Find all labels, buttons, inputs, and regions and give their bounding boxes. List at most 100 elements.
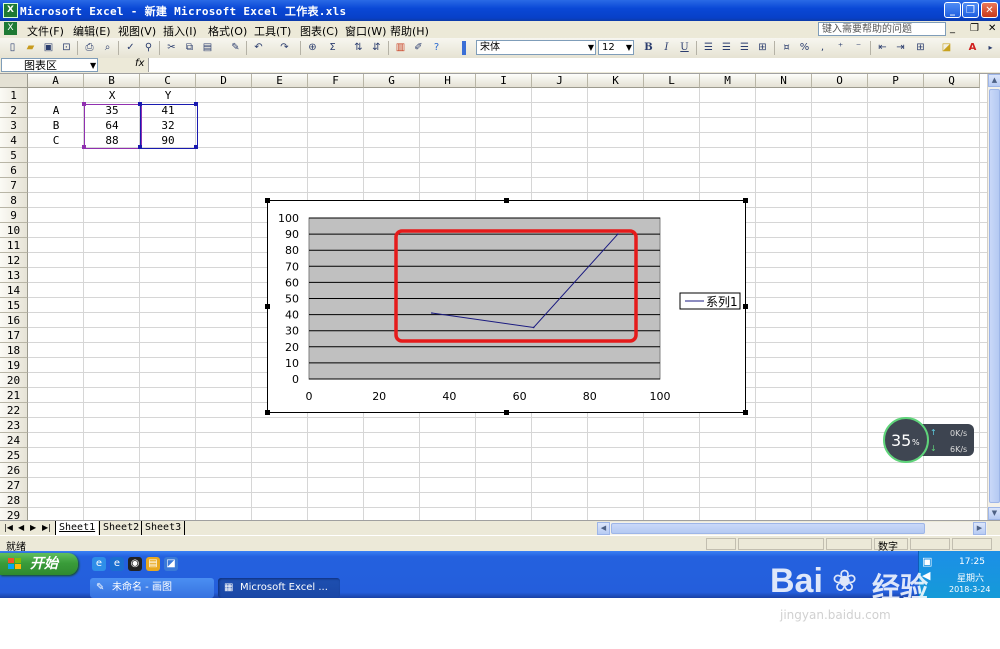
first-sheet-icon[interactable]: |◀ — [4, 523, 13, 532]
cell-a4[interactable]: C — [28, 133, 84, 148]
cell-c1[interactable]: Y — [140, 88, 196, 103]
row-header-22[interactable]: 22 — [0, 403, 28, 418]
column-header-b[interactable]: B — [84, 74, 140, 88]
row-header-13[interactable]: 13 — [0, 268, 28, 283]
row-header-10[interactable]: 10 — [0, 223, 28, 238]
bold-button[interactable]: B — [642, 41, 655, 54]
row-header-18[interactable]: 18 — [0, 343, 28, 358]
font-dropdown-icon[interactable]: ▼ — [588, 41, 594, 55]
menu-window[interactable]: 窗口(W) — [345, 23, 386, 39]
chart-area[interactable]: 0 10 20 30 40 50 60 70 80 90 100 0 20 40 60 80 100 系列1 — [267, 200, 746, 413]
vertical-scrollbar[interactable]: ▲ ▼ — [987, 74, 1000, 520]
drawing-icon[interactable]: ✐ — [412, 41, 425, 54]
sort-descending-icon[interactable]: ⇵ — [370, 41, 383, 54]
row-header-29[interactable]: 29 — [0, 508, 28, 520]
undo-icon[interactable]: ↶ — [252, 41, 265, 54]
permission-icon[interactable]: ⊡ — [60, 41, 73, 54]
borders-icon[interactable]: ⊞ — [914, 41, 927, 54]
menu-tools[interactable]: 工具(T) — [254, 23, 291, 39]
worksheet-grid[interactable]: ABCDEFGHIJKLMNOPQ 1 2 3 4 5 6 7 8 9 10 11 12 13 14 15 1… — [0, 74, 987, 520]
hyperlink-icon[interactable]: ⊕ — [306, 41, 319, 54]
show-desktop-icon[interactable]: ◪ — [164, 557, 178, 571]
save-icon[interactable]: ▣ — [42, 41, 55, 54]
start-button[interactable]: 开始 — [0, 553, 78, 575]
row-header-16[interactable]: 16 — [0, 313, 28, 328]
align-center-icon[interactable]: ☰ — [720, 41, 733, 54]
sheet-tab-sheet1[interactable]: Sheet1 — [55, 521, 99, 535]
help-search-input[interactable]: 键入需要帮助的问题 — [818, 22, 946, 36]
restore-button[interactable]: ❐ — [962, 2, 979, 18]
new-icon[interactable]: ▯ — [6, 41, 19, 54]
row-header-6[interactable]: 6 — [0, 163, 28, 178]
scroll-left-icon[interactable]: ◀ — [597, 522, 610, 535]
network-speed-widget[interactable]: 35 % ↑ ↓ 0K/s 6K/s — [882, 416, 976, 464]
taskbar-paint-button[interactable]: ✎ 未命名 - 画图 — [90, 578, 214, 598]
range-handle[interactable] — [194, 145, 198, 149]
decrease-indent-icon[interactable]: ⇤ — [876, 41, 889, 54]
percent-icon[interactable]: % — [798, 41, 811, 54]
name-box[interactable]: 图表区 ▼ — [1, 58, 98, 72]
row-header-4[interactable]: 4 — [0, 133, 28, 148]
select-all-corner[interactable] — [0, 74, 28, 88]
column-header-j[interactable]: J — [532, 74, 588, 88]
decrease-decimal-icon[interactable]: ⁻ — [852, 41, 865, 54]
doc-minimize-icon[interactable]: _ — [950, 23, 955, 34]
vertical-scroll-thumb[interactable] — [989, 89, 1000, 503]
doc-restore-icon[interactable]: ❐ — [970, 23, 979, 34]
range-handle[interactable] — [194, 102, 198, 106]
last-sheet-icon[interactable]: ▶| — [42, 523, 51, 532]
column-header-l[interactable]: L — [644, 74, 700, 88]
row-header-24[interactable]: 24 — [0, 433, 28, 448]
data-point[interactable] — [532, 326, 535, 329]
currency-icon[interactable]: ¤ — [780, 41, 793, 54]
align-right-icon[interactable]: ☰ — [738, 41, 751, 54]
menu-file[interactable]: 文件(F) — [27, 23, 64, 39]
range-handle[interactable] — [138, 102, 142, 106]
column-header-h[interactable]: H — [420, 74, 476, 88]
menu-help[interactable]: 帮助(H) — [390, 23, 429, 39]
cell-b1[interactable]: X — [84, 88, 140, 103]
row-header-26[interactable]: 26 — [0, 463, 28, 478]
autosum-icon[interactable]: Σ — [326, 41, 339, 54]
cut-icon[interactable]: ✂ — [165, 41, 178, 54]
research-icon[interactable]: ⚲ — [142, 41, 155, 54]
column-header-o[interactable]: O — [812, 74, 868, 88]
range-handle[interactable] — [82, 145, 86, 149]
row-header-12[interactable]: 12 — [0, 253, 28, 268]
menu-edit[interactable]: 编辑(E) — [73, 23, 111, 39]
print-preview-icon[interactable]: ⌕ — [101, 41, 114, 54]
align-left-icon[interactable]: ☰ — [702, 41, 715, 54]
browser-icon[interactable]: e — [110, 557, 124, 571]
font-color-icon[interactable]: A — [966, 41, 979, 54]
menu-chart[interactable]: 图表(C) — [300, 23, 338, 39]
column-header-p[interactable]: P — [868, 74, 924, 88]
chart-resize-handle[interactable] — [265, 198, 270, 203]
scroll-right-icon[interactable]: ▶ — [973, 522, 986, 535]
row-header-2[interactable]: 2 — [0, 103, 28, 118]
chart-resize-handle[interactable] — [504, 410, 509, 415]
data-point[interactable] — [617, 233, 619, 235]
copy-icon[interactable]: ⧉ — [183, 41, 196, 54]
scatter-chart[interactable]: 0 10 20 30 40 50 60 70 80 90 100 0 20 40 60 80 100 系列1 — [268, 201, 745, 412]
row-header-27[interactable]: 27 — [0, 478, 28, 493]
cell-a3[interactable]: B — [28, 118, 84, 133]
range-handle[interactable] — [82, 102, 86, 106]
horizontal-scrollbar[interactable]: ◀ ▶ — [597, 522, 987, 535]
row-header-17[interactable]: 17 — [0, 328, 28, 343]
column-header-f[interactable]: F — [308, 74, 364, 88]
scroll-down-icon[interactable]: ▼ — [988, 507, 1000, 520]
data-point[interactable] — [431, 312, 433, 314]
row-header-21[interactable]: 21 — [0, 388, 28, 403]
fill-color-icon[interactable]: ◪ — [940, 41, 953, 54]
redo-icon[interactable]: ↷ — [278, 41, 291, 54]
row-header-8[interactable]: 8 — [0, 193, 28, 208]
increase-decimal-icon[interactable]: ⁺ — [834, 41, 847, 54]
column-header-i[interactable]: I — [476, 74, 532, 88]
chart-wizard-icon[interactable]: ▥ — [394, 41, 407, 54]
row-header-9[interactable]: 9 — [0, 208, 28, 223]
formula-input[interactable] — [148, 58, 1000, 72]
row-header-5[interactable]: 5 — [0, 148, 28, 163]
row-header-11[interactable]: 11 — [0, 238, 28, 253]
merge-center-icon[interactable]: ⊞ — [756, 41, 769, 54]
ie-icon[interactable]: e — [92, 557, 106, 571]
